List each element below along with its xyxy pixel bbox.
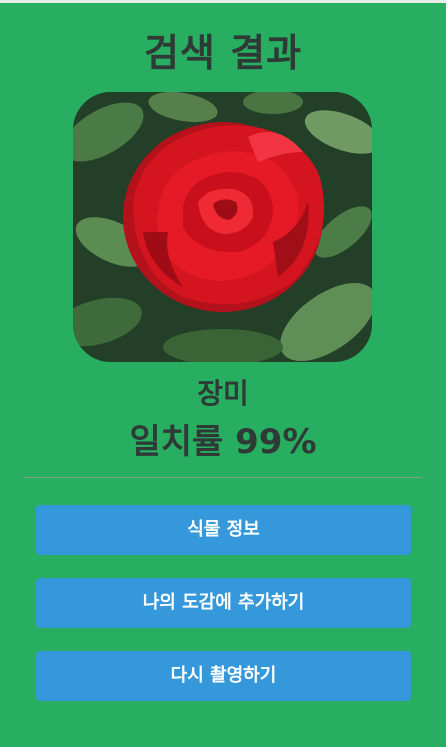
divider (24, 477, 422, 478)
match-rate: 일치률 99% (129, 422, 317, 462)
retake-photo-button[interactable]: 다시 촬영하기 (36, 651, 411, 701)
top-status-strip (0, 0, 446, 3)
plant-photo (73, 92, 372, 362)
plant-name: 장미 (197, 377, 249, 410)
page-title: 검색 결과 (143, 31, 303, 75)
plant-info-button[interactable]: 식물 정보 (36, 505, 411, 555)
add-to-collection-button[interactable]: 나의 도감에 추가하기 (36, 578, 411, 628)
